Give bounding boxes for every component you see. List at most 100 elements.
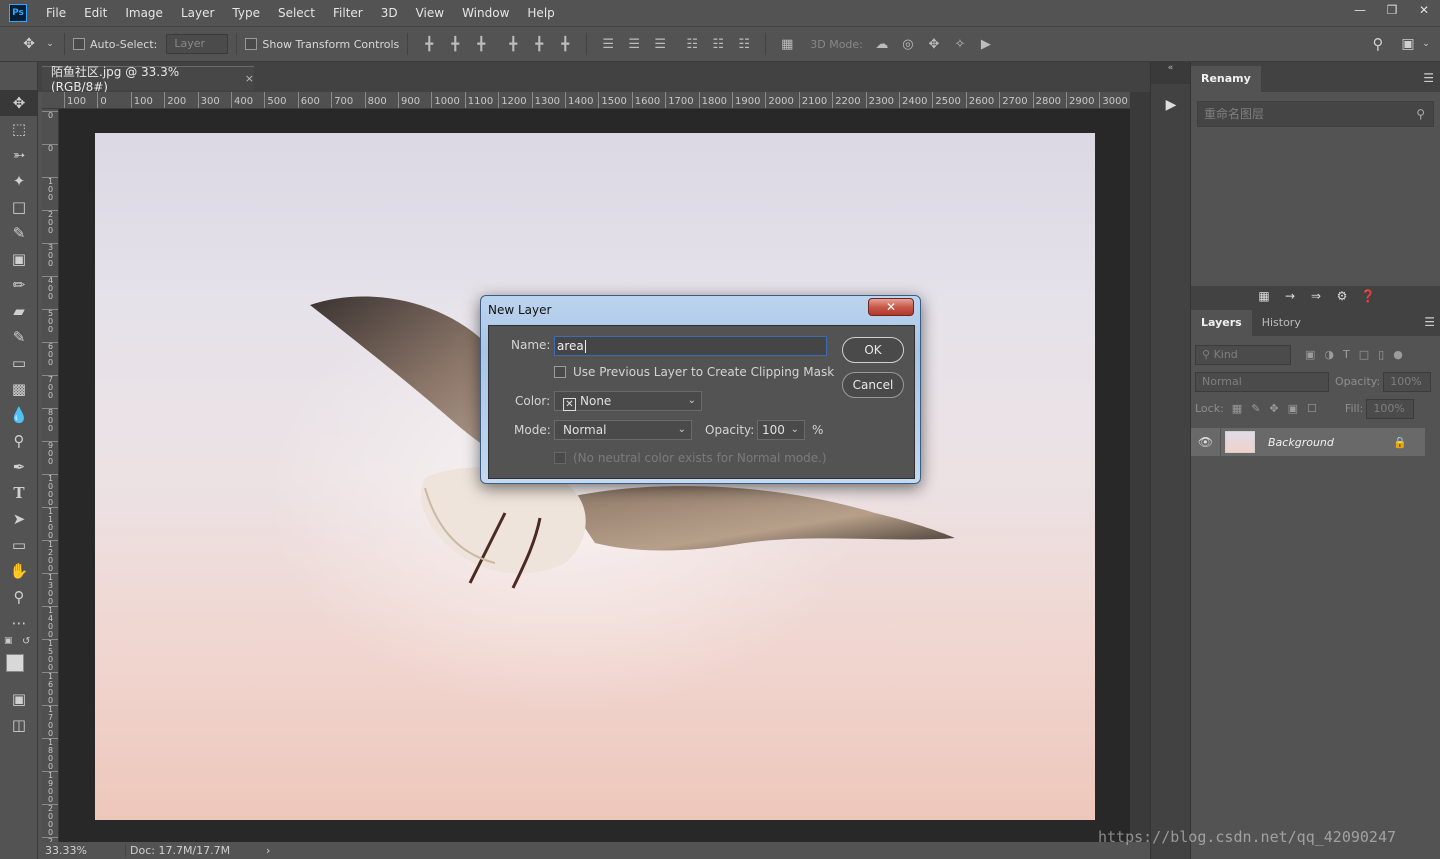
blur-tool-icon[interactable]: 💧: [0, 402, 38, 428]
color-dropdown[interactable]: ✕ None ⌄: [554, 391, 702, 411]
lock-artboard-icon[interactable]: ▣: [1288, 402, 1298, 415]
magic-wand-tool-icon[interactable]: ✦: [0, 168, 38, 194]
shape-tool-icon[interactable]: ▭: [0, 532, 38, 558]
filter-shape-icon[interactable]: □: [1359, 348, 1369, 361]
distribute-center-icon[interactable]: ☰: [621, 34, 647, 54]
gear-icon[interactable]: ⚙: [1329, 289, 1355, 303]
menu-help[interactable]: Help: [518, 0, 563, 26]
lock-image-icon[interactable]: ✎: [1251, 402, 1260, 415]
healing-brush-tool-icon[interactable]: ▣: [0, 246, 38, 272]
brush-tool-icon[interactable]: ✏: [0, 272, 38, 298]
align-bottom-icon[interactable]: ╋: [468, 34, 494, 54]
filter-toggle-icon[interactable]: ●: [1393, 348, 1403, 361]
rename-layer-search-input[interactable]: 重命名图层 ⚲: [1197, 101, 1434, 127]
menu-window[interactable]: Window: [453, 0, 518, 26]
screen-mode-icon[interactable]: ◫: [0, 712, 38, 738]
tab-close-icon[interactable]: ×: [245, 72, 254, 85]
double-arrow-right-icon[interactable]: ⇒: [1303, 289, 1329, 303]
3d-orbit-icon[interactable]: ☁: [869, 34, 895, 54]
filter-kind-dropdown[interactable]: ⚲ Kind: [1195, 344, 1291, 365]
cancel-button[interactable]: Cancel: [842, 372, 904, 398]
layer-row[interactable]: 👁 Background 🔒: [1191, 428, 1425, 456]
dialog-close-button[interactable]: ✕: [868, 298, 914, 316]
filter-type-icon[interactable]: T: [1343, 348, 1350, 361]
quick-mask-icon[interactable]: ▣: [0, 686, 38, 712]
3d-roll-icon[interactable]: ◎: [895, 34, 921, 54]
mode-dropdown[interactable]: Normal ⌄: [554, 420, 692, 440]
zoom-level[interactable]: 33.33%: [42, 844, 126, 857]
auto-select-target-dropdown[interactable]: Layer: [166, 34, 229, 54]
workspace-chevron-icon[interactable]: ⌄: [1420, 39, 1432, 49]
distribute-bottom-icon[interactable]: ☰: [647, 34, 673, 54]
lock-all-icon[interactable]: ☐: [1307, 402, 1317, 415]
3d-scale-icon[interactable]: ▶: [973, 34, 999, 54]
arrow-right-icon[interactable]: →: [1277, 289, 1303, 303]
filter-pixel-icon[interactable]: ▣: [1305, 348, 1315, 361]
filter-adjustment-icon[interactable]: ◑: [1324, 348, 1334, 361]
zoom-tool-icon[interactable]: ⚲: [0, 584, 38, 610]
ok-button[interactable]: OK: [842, 337, 904, 363]
close-icon[interactable]: ✕: [1408, 0, 1440, 20]
align-vertical-center-icon[interactable]: ╋: [442, 34, 468, 54]
distribute-top-icon[interactable]: ☰: [595, 34, 621, 54]
gradient-tool-icon[interactable]: ▩: [0, 376, 38, 402]
crop-tool-icon[interactable]: □: [0, 194, 38, 220]
lock-icon[interactable]: 🔒: [1393, 436, 1407, 449]
document-tab[interactable]: 陌鱼社区.jpg @ 33.3% (RGB/8#) ×: [42, 65, 254, 94]
layer-name-input[interactable]: area: [554, 336, 827, 356]
align-right-icon[interactable]: ╋: [552, 34, 578, 54]
minimize-icon[interactable]: —: [1344, 0, 1376, 20]
menu-file[interactable]: File: [37, 0, 75, 26]
menu-select[interactable]: Select: [269, 0, 324, 26]
menu-view[interactable]: View: [407, 0, 453, 26]
3d-pan-icon[interactable]: ✥: [921, 34, 947, 54]
menu-3d[interactable]: 3D: [372, 0, 407, 26]
blend-mode-dropdown[interactable]: Normal: [1195, 371, 1329, 392]
panel-menu-icon[interactable]: ☰: [1424, 315, 1435, 329]
3d-slide-icon[interactable]: ✧: [947, 34, 973, 54]
swap-colors-icon[interactable]: ↺: [22, 636, 30, 647]
layer-opacity-input[interactable]: 100%: [1383, 371, 1432, 392]
move-tool-icon[interactable]: ✥: [0, 90, 38, 116]
history-brush-tool-icon[interactable]: ✎: [0, 324, 38, 350]
menu-filter[interactable]: Filter: [324, 0, 372, 26]
layer-fill-input[interactable]: 100%: [1366, 398, 1415, 419]
menu-image[interactable]: Image: [116, 0, 172, 26]
menu-type[interactable]: Type: [223, 0, 269, 26]
color-swatches[interactable]: ▣ ↺: [0, 636, 37, 686]
pen-tool-icon[interactable]: ✒: [0, 454, 38, 480]
opacity-input[interactable]: 100 ⌄: [757, 420, 805, 440]
type-tool-icon[interactable]: T: [0, 480, 38, 506]
actions-play-icon[interactable]: ▶: [1157, 92, 1185, 118]
foreground-color-swatch[interactable]: [6, 654, 24, 672]
tool-preset-chevron-icon[interactable]: ⌄: [44, 39, 56, 49]
layer-name[interactable]: Background: [1268, 436, 1334, 449]
menu-edit[interactable]: Edit: [75, 0, 116, 26]
help-icon[interactable]: ❓: [1355, 289, 1381, 303]
lock-position-icon[interactable]: ✥: [1269, 402, 1278, 415]
distribute-right-icon[interactable]: ☷: [731, 34, 757, 54]
eraser-tool-icon[interactable]: ▭: [0, 350, 38, 376]
collapse-dock-icon[interactable]: «: [1151, 62, 1190, 84]
show-transform-checkbox[interactable]: [245, 38, 258, 50]
marquee-tool-icon[interactable]: ⬚: [0, 116, 38, 142]
lock-transparent-icon[interactable]: ▦: [1232, 402, 1242, 415]
menu-layer[interactable]: Layer: [172, 0, 223, 26]
workspace-icon[interactable]: ▣: [1398, 36, 1418, 52]
dodge-tool-icon[interactable]: ⚲: [0, 428, 38, 454]
chevron-down-icon[interactable]: ⌄: [791, 421, 799, 439]
restore-icon[interactable]: ❐: [1376, 0, 1408, 20]
distribute-left-icon[interactable]: ☷: [679, 34, 705, 54]
eyedropper-tool-icon[interactable]: ✎: [0, 220, 38, 246]
auto-align-icon[interactable]: ▦: [774, 34, 800, 54]
tab-history[interactable]: History: [1252, 310, 1311, 336]
hand-tool-icon[interactable]: ✋: [0, 558, 38, 584]
panel-menu-icon[interactable]: ☰: [1423, 71, 1434, 85]
align-top-icon[interactable]: ╋: [416, 34, 442, 54]
default-colors-icon[interactable]: ▣: [4, 636, 13, 646]
visibility-eye-icon[interactable]: 👁: [1191, 428, 1221, 456]
more-tools-icon[interactable]: ⋯: [0, 610, 38, 636]
status-menu-arrow-icon[interactable]: ›: [266, 844, 270, 857]
auto-select-checkbox[interactable]: [73, 38, 85, 50]
align-horizontal-center-icon[interactable]: ╋: [526, 34, 552, 54]
